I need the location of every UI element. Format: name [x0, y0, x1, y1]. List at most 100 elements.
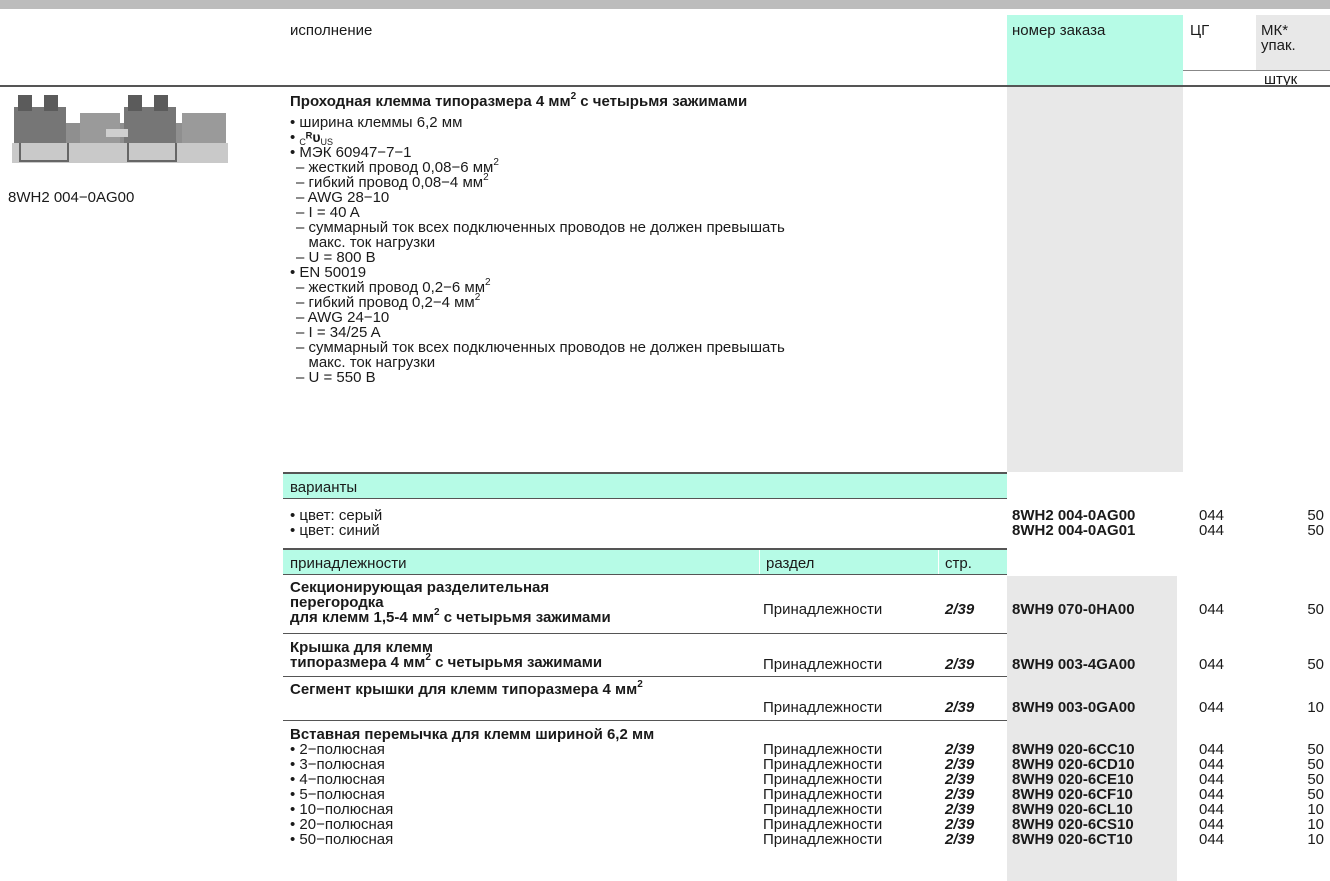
spec-iec-line: – U = 800 В [290, 250, 785, 265]
accessory-title: Крышка для клемм типоразмера 4 мм2 с чет… [290, 640, 602, 670]
jumper-order-number[interactable]: 8WH9 020-6CE10 [1012, 772, 1134, 787]
spec-iec-line: – суммарный ток всех подключенных провод… [290, 220, 785, 235]
header-divider-pack [1183, 70, 1330, 71]
accessory-title-line: типоразмера 4 мм2 с четырьмя зажимами [290, 652, 603, 671]
accessory-title-tail: с четырьмя зажимами [439, 609, 611, 626]
accessory-title-sup: 2 [434, 607, 440, 618]
accessory-rule [283, 676, 1007, 677]
accessory-qty: 50 [1307, 656, 1324, 673]
jumper-row: • 3−полюсная Принадлежности 2/39 8WH9 020-6… [0, 757, 1330, 772]
accessory-title-tail: с четырьмя зажимами [430, 654, 603, 671]
accessory-order-number[interactable]: 8WH9 003-0GA00 [1012, 700, 1135, 715]
accessory-title: Сегмент крышки для клемм типоразмера 4 м… [290, 679, 643, 698]
jumper-page-link[interactable]: 2/39 [945, 832, 974, 847]
variant-order-number[interactable]: 8WH2 004-0AG01 [1012, 523, 1135, 538]
jumper-price-group: 044 [1199, 741, 1225, 758]
header-bottom-rule [0, 85, 1330, 87]
accessory-title-line: Секционирующая разделительная [290, 579, 550, 596]
accessory-section: Принадлежности [763, 601, 883, 618]
col-divider [759, 550, 760, 574]
accessory-rule [283, 633, 1007, 634]
jumper-page-link[interactable]: 2/39 [945, 757, 974, 772]
spec-iec-sup: 2 [493, 157, 499, 168]
jumper-row: • 5−полюсная Принадлежности 2/39 8WH9 020-6… [0, 787, 1330, 802]
accessory-title-sup: 2 [425, 652, 431, 663]
accessory-page-link[interactable]: 2/39 [945, 700, 974, 715]
jumper-price-group: 044 [1199, 756, 1225, 773]
jumper-label: • 3−полюсная [290, 756, 385, 773]
jumper-price-group: 044 [1199, 831, 1225, 848]
jumper-price-group: 044 [1199, 771, 1225, 788]
jumper-label: • 20−полюсная [290, 816, 394, 833]
jumper-order-number[interactable]: 8WH9 020-6CL10 [1012, 802, 1133, 817]
jumper-label: • 10−полюсная [290, 801, 394, 818]
jumper-row: • 50−полюсная Принадлежности 2/39 8WH9 020-… [0, 832, 1330, 847]
accessory-page-link[interactable]: 2/39 [945, 602, 974, 617]
variants-header: варианты [290, 479, 358, 496]
accessory-order-number[interactable]: 8WH9 003-4GA00 [1012, 657, 1135, 672]
variant-row: • цвет: серый 8WH2 004-0AG00 044 50 [0, 508, 1330, 523]
variant-order-number[interactable]: 8WH2 004-0AG00 [1012, 508, 1135, 523]
jumper-page-link[interactable]: 2/39 [945, 817, 974, 832]
accessories-header: принадлежности [290, 555, 407, 572]
jumper-order-number[interactable]: 8WH9 020-6CF10 [1012, 787, 1133, 802]
jumper-section: Принадлежности [763, 801, 883, 818]
jumper-price-group: 044 [1199, 786, 1225, 803]
accessory-price-group: 044 [1199, 699, 1225, 716]
jumper-order-number[interactable]: 8WH9 020-6CC10 [1012, 742, 1135, 757]
spec-iec-line: макс. ток нагрузки [290, 235, 785, 250]
spec-en-line: – U = 550 В [290, 370, 785, 385]
variant-qty: 50 [1307, 507, 1324, 524]
product-title-sup: 2 [570, 91, 577, 102]
accessory-title-line: перегородка [290, 594, 384, 611]
spec-en-line: – AWG 24−10 [290, 310, 785, 325]
jumper-section: Принадлежности [763, 741, 883, 758]
header-order-number: номер заказа [1012, 22, 1106, 39]
accessory-order-number[interactable]: 8WH9 070-0HA00 [1012, 602, 1135, 617]
accessory-title-text: типоразмера 4 мм [290, 654, 426, 671]
accessories-header-rule [283, 574, 1007, 575]
jumper-order-number[interactable]: 8WH9 020-6CS10 [1012, 817, 1134, 832]
jumper-qty: 50 [1307, 756, 1324, 773]
accessory-qty: 50 [1307, 601, 1324, 618]
jumper-section: Принадлежности [763, 756, 883, 773]
top-bar [0, 0, 1330, 9]
variant-label: • цвет: синий [290, 522, 380, 539]
variants-rule [283, 498, 1007, 499]
product-specs: • ширина клеммы 6,2 мм • CᴿᴜUS • МЭК 609… [290, 115, 785, 385]
product-title-text: Проходная клемма типоразмера 4 мм [290, 93, 571, 110]
terminal-product-image [8, 93, 236, 173]
spec-iec-header: • МЭК 60947−7−1 [290, 144, 412, 161]
cert-c-label: C [299, 137, 306, 147]
header-pack-qty-2: упак. [1261, 37, 1296, 54]
spec-iec-line: – жесткий провод 0,08−6 мм2 [290, 157, 785, 176]
accessory-section: Принадлежности [763, 656, 883, 673]
jumper-page-link[interactable]: 2/39 [945, 787, 974, 802]
jumper-page-link[interactable]: 2/39 [945, 742, 974, 757]
jumper-order-number[interactable]: 8WH9 020-6CT10 [1012, 832, 1133, 847]
jumper-label: • 5−полюсная [290, 786, 385, 803]
jumper-price-group: 044 [1199, 801, 1225, 818]
spec-iec-line: – AWG 28−10 [290, 190, 785, 205]
jumper-row: • 4−полюсная Принадлежности 2/39 8WH9 020-6… [0, 772, 1330, 787]
accessory-title-text: Сегмент крышки для клемм типоразмера 4 м… [290, 681, 638, 698]
header-price-group: ЦГ [1190, 22, 1210, 39]
accessory-page-link[interactable]: 2/39 [945, 657, 974, 672]
accessory-title-line: Крышка для клемм [290, 639, 433, 656]
jumper-label: • 50−полюсная [290, 831, 394, 848]
jumper-page-link[interactable]: 2/39 [945, 802, 974, 817]
jumper-page-link[interactable]: 2/39 [945, 772, 974, 787]
accessory-title-sup: 2 [637, 679, 643, 690]
order-column-band [1007, 85, 1183, 472]
variant-row: • цвет: синий 8WH2 004-0AG01 044 50 [0, 523, 1330, 538]
accessory-title: Секционирующая разделительная перегородк… [290, 580, 611, 625]
variant-price-group: 044 [1199, 507, 1225, 524]
jumper-order-number[interactable]: 8WH9 020-6CD10 [1012, 757, 1135, 772]
accessories-section-header: раздел [766, 555, 815, 572]
accessories-page-header: стр. [945, 555, 972, 572]
spec-en-sup: 2 [474, 292, 481, 303]
accessory-qty: 10 [1307, 699, 1324, 716]
image-caption: 8WH2 004−0AG00 [8, 189, 135, 206]
variants-header-band [283, 474, 1007, 498]
spec-en-header: • EN 50019 [290, 264, 367, 281]
